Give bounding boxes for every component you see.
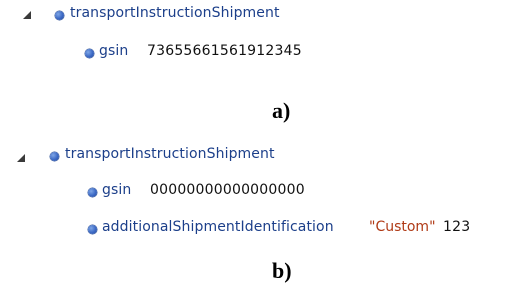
figure-caption-b: b): [272, 258, 292, 283]
tree-node-gsin-value: 00000000000000000: [150, 182, 305, 198]
tree-node-gsin-value: 73655661561912345: [147, 43, 302, 59]
collapse-triangle-icon[interactable]: [17, 154, 25, 162]
tree-node-gsin[interactable]: gsin: [99, 43, 128, 59]
node-bullet-icon: [50, 152, 59, 161]
figure-caption-a: a): [272, 98, 291, 123]
tree-node-string-value: "Custom": [369, 219, 436, 235]
tree-node-transportInstructionShipment[interactable]: transportInstructionShipment: [70, 5, 280, 21]
node-bullet-icon: [88, 188, 97, 197]
node-bullet-icon: [85, 49, 94, 58]
tree-node-number-value: 123: [443, 219, 471, 235]
tree-node-gsin[interactable]: gsin: [102, 182, 131, 198]
collapse-triangle-icon[interactable]: [23, 11, 31, 19]
tree-node-transportInstructionShipment[interactable]: transportInstructionShipment: [65, 146, 275, 162]
node-bullet-icon: [55, 11, 64, 20]
node-bullet-icon: [88, 225, 97, 234]
tree-node-additionalShipmentIdentification[interactable]: additionalShipmentIdentification: [102, 219, 334, 235]
